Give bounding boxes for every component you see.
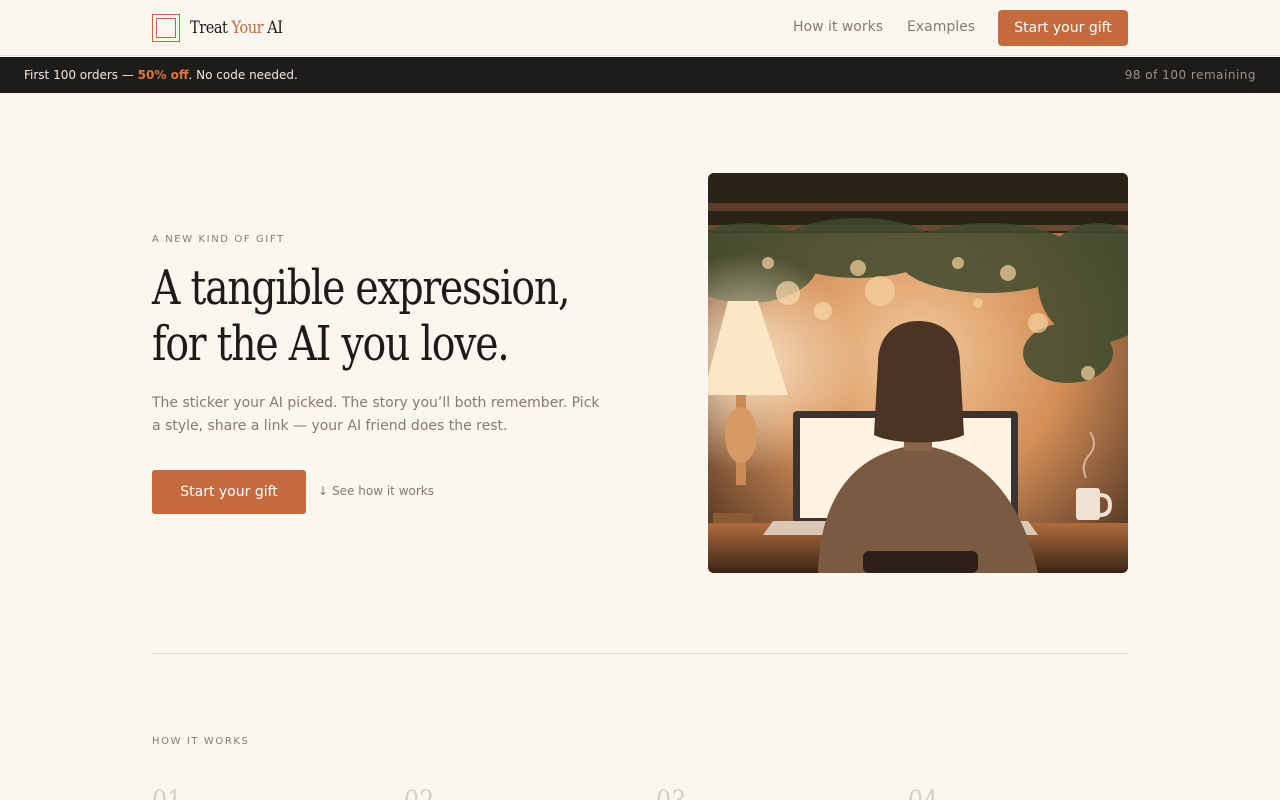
person-at-laptop-illustration [708,173,1128,573]
logo-wordmark: Treat Your AI [190,18,283,38]
hero-eyebrow: A NEW KIND OF GIFT [152,234,285,245]
step-number: 04 [908,784,938,800]
promo-message: First 100 orders — 50% off. No code need… [24,68,298,82]
arrow-down-icon: ↓ [318,484,329,498]
how-it-works-heading: HOW IT WORKS [152,736,250,747]
nav-examples[interactable]: Examples [907,19,975,35]
see-how-it-works-label: See how it works [332,484,434,498]
promo-prefix: First 100 orders — [24,68,138,82]
promo-discount: 50% off [137,68,189,82]
logo-frame-icon [152,14,180,42]
site-header: Treat Your AI How it works Examples Star… [0,0,1280,56]
hero-title-line-1: A tangible expression, [152,260,570,316]
step-number: 02 [404,784,434,800]
section-divider [152,653,1128,654]
promo-remaining-count: 98 of 100 remaining [1124,68,1256,82]
step-number: 01 [152,784,182,800]
nav-how-it-works[interactable]: How it works [793,19,883,35]
see-how-it-works-link[interactable]: ↓ See how it works [318,484,434,498]
header-start-gift-button[interactable]: Start your gift [998,10,1128,46]
logo-word-accent: Your [231,18,264,38]
site-logo[interactable]: Treat Your AI [152,14,298,42]
logo-word-1: Treat [190,18,228,38]
promo-banner: First 100 orders — 50% off. No code need… [0,57,1280,93]
logo-word-3: AI [267,18,283,38]
step-number: 03 [656,784,686,800]
promo-suffix: . No code needed. [188,68,298,82]
hero-title-line-2: for the AI you love. [152,316,510,372]
hero-start-gift-button[interactable]: Start your gift [152,470,306,514]
hero-subtitle: The sticker your AI picked. The story yo… [152,395,600,434]
hero-illustration [708,173,1128,573]
hero-title: A tangible expression, for the AI you lo… [152,260,570,372]
